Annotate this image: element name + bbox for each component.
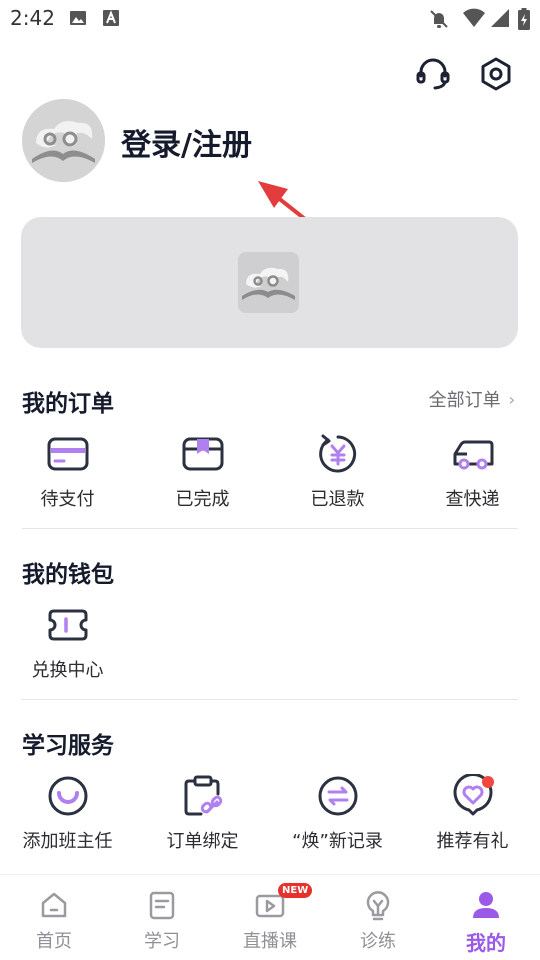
- service-item-label: 添加班主任: [22, 831, 113, 852]
- tab-label: 学习: [144, 931, 180, 952]
- service-order-binding[interactable]: 订单绑定: [135, 774, 270, 853]
- signal-icon: [491, 9, 509, 27]
- document-icon: [149, 891, 175, 920]
- tab-mine[interactable]: 我的: [432, 889, 540, 956]
- order-completed[interactable]: 已完成: [135, 432, 270, 511]
- new-badge: NEW: [278, 883, 313, 898]
- battery-charging-icon: [518, 8, 530, 30]
- swap-arrows-icon: [318, 776, 357, 816]
- order-item-label: 已完成: [175, 489, 230, 510]
- section-divider: [22, 528, 518, 529]
- tab-home[interactable]: 首页: [0, 889, 108, 953]
- ticket-icon: [48, 609, 87, 641]
- service-item-label: “焕”新记录: [292, 831, 383, 852]
- chevron-right-icon: ›: [508, 389, 515, 409]
- service-referral-reward[interactable]: 推荐有礼: [405, 774, 540, 853]
- orders-section-title: 我的订单: [22, 391, 114, 417]
- text-notification-icon: [103, 10, 119, 26]
- clipboard-link-icon: [184, 775, 222, 816]
- tab-label: 诊练: [360, 931, 396, 952]
- wifi-icon: [463, 8, 485, 27]
- service-add-class-teacher[interactable]: 添加班主任: [0, 774, 135, 853]
- order-item-label: 已退款: [310, 489, 365, 510]
- brand-logo-icon: [238, 252, 299, 313]
- tab-live-course[interactable]: NEW 直播课: [216, 883, 324, 953]
- banner-placeholder-logo: [238, 252, 299, 313]
- service-item-label: 订单绑定: [166, 831, 239, 852]
- order-track-shipping[interactable]: 查快递: [405, 432, 540, 511]
- all-orders-label: 全部订单: [428, 390, 501, 411]
- order-item-label: 待支付: [40, 489, 95, 510]
- wallet-section-title: 我的钱包: [22, 562, 114, 588]
- silent-bell-icon: [430, 10, 448, 28]
- tab-study[interactable]: 学习: [108, 889, 216, 953]
- user-icon: [473, 892, 499, 918]
- default-avatar-logo-icon: [22, 99, 105, 182]
- avatar[interactable]: [22, 99, 105, 182]
- notification-dot: [482, 776, 494, 788]
- tab-label: 首页: [36, 931, 72, 952]
- refund-yen-icon: [318, 434, 356, 473]
- wallet-redeem-center[interactable]: 兑换中心: [0, 603, 135, 682]
- services-section-title: 学习服务: [22, 733, 114, 759]
- promo-banner[interactable]: [21, 217, 518, 348]
- home-icon: [41, 892, 67, 918]
- tab-label: 我的: [466, 931, 506, 955]
- order-item-label: 查快递: [445, 489, 500, 510]
- login-register-link[interactable]: 登录/注册: [121, 120, 252, 164]
- smile-icon: [48, 776, 87, 816]
- settings-icon[interactable]: [478, 56, 514, 92]
- service-item-label: 推荐有礼: [436, 831, 509, 852]
- card-icon: [47, 437, 88, 471]
- status-bar: 2:42: [0, 0, 540, 36]
- image-notification-icon: [70, 11, 86, 25]
- bottom-tab-bar: 首页 学习 NEW 直播课 诊练 我的: [0, 874, 540, 960]
- bookmark-card-icon: [182, 437, 223, 471]
- wallet-item-label: 兑换中心: [31, 660, 104, 681]
- customer-service-icon[interactable]: [415, 56, 451, 92]
- tab-diagnose-practice[interactable]: 诊练: [324, 889, 432, 953]
- service-renewal-record[interactable]: “焕”新记录: [270, 774, 405, 853]
- all-orders-link[interactable]: 全部订单 ›: [429, 386, 515, 412]
- section-divider: [22, 699, 518, 700]
- status-time: 2:42: [10, 6, 55, 30]
- order-refunded[interactable]: 已退款: [270, 432, 405, 511]
- order-pending-payment[interactable]: 待支付: [0, 432, 135, 511]
- truck-icon: [453, 440, 493, 470]
- lightbulb-icon: [366, 891, 390, 921]
- tab-label: 直播课: [243, 931, 297, 952]
